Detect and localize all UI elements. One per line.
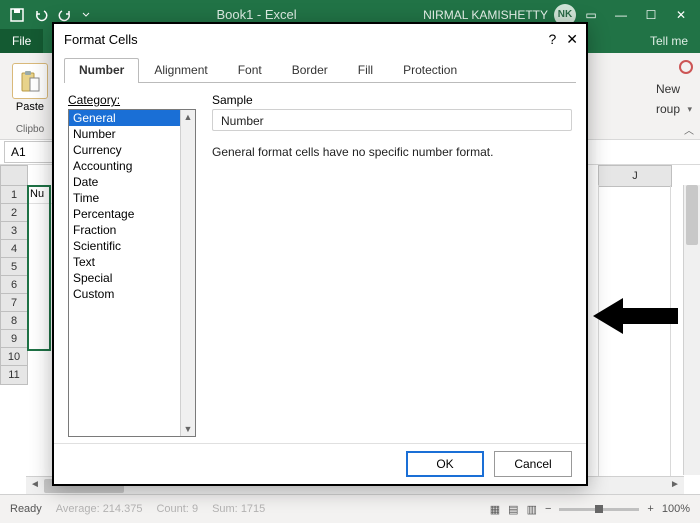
annotation-arrow-icon: [593, 296, 678, 336]
tab-tellme[interactable]: Tell me: [638, 29, 700, 53]
redo-icon[interactable]: [58, 8, 72, 22]
status-average-label: Average:: [56, 503, 100, 515]
category-general[interactable]: General: [69, 110, 195, 126]
row-header-9[interactable]: 9: [0, 329, 28, 349]
status-count-label: Count:: [156, 503, 188, 515]
vertical-scrollbar[interactable]: [683, 185, 700, 475]
status-average-value: 214.375: [103, 503, 143, 515]
dlg-tab-border[interactable]: Border: [277, 58, 343, 83]
dlg-tab-protection[interactable]: Protection: [388, 58, 472, 83]
row-header-1[interactable]: 1: [0, 185, 28, 205]
category-time[interactable]: Time: [69, 190, 195, 206]
category-fraction[interactable]: Fraction: [69, 222, 195, 238]
status-ready: Ready: [10, 503, 42, 515]
col-header-j[interactable]: J: [598, 165, 672, 187]
dialog-close-icon[interactable]: ✕: [566, 31, 578, 48]
dialog-help-icon[interactable]: ?: [548, 31, 556, 48]
zoom-out-icon[interactable]: −: [545, 503, 551, 515]
zoom-slider[interactable]: [559, 508, 639, 511]
new-group-button[interactable]: New: [604, 80, 694, 98]
quick-access-toolbar: [4, 8, 90, 22]
scroll-down-icon[interactable]: ▼: [181, 422, 195, 436]
category-scrollbar[interactable]: ▲ ▼: [180, 110, 195, 436]
category-list[interactable]: General Number Currency Accounting Date …: [68, 109, 196, 437]
dlg-tab-number[interactable]: Number: [64, 58, 139, 83]
select-all-corner[interactable]: [0, 165, 28, 187]
save-icon[interactable]: [10, 8, 24, 22]
category-number[interactable]: Number: [69, 126, 195, 142]
undo-icon[interactable]: [34, 8, 48, 22]
dialog-titlebar[interactable]: Format Cells ? ✕: [54, 24, 586, 54]
dlg-tab-alignment[interactable]: Alignment: [139, 58, 222, 83]
dlg-tab-fill[interactable]: Fill: [343, 58, 388, 83]
zoom-in-icon[interactable]: +: [647, 503, 653, 515]
category-scientific[interactable]: Scientific: [69, 238, 195, 254]
statusbar: Ready Average: 214.375 Count: 9 Sum: 171…: [0, 494, 700, 523]
category-date[interactable]: Date: [69, 174, 195, 190]
clipboard-group: Paste Clipbo: [4, 57, 56, 135]
user-name: NIRMAL KAMISHETTY: [423, 8, 548, 22]
paste-label[interactable]: Paste: [16, 101, 44, 113]
row-header-10[interactable]: 10: [0, 347, 28, 367]
view-normal-icon[interactable]: ▦: [490, 503, 500, 516]
group-dd-label: roup: [656, 100, 680, 118]
category-custom[interactable]: Custom: [69, 286, 195, 302]
h-scroll-left-icon[interactable]: ◄: [28, 478, 42, 492]
row-header-11[interactable]: 11: [0, 365, 28, 385]
view-page-layout-icon[interactable]: ▤: [508, 503, 518, 516]
cancel-button[interactable]: Cancel: [494, 451, 572, 477]
dialog-footer: OK Cancel: [54, 443, 586, 484]
status-sum-value: 1715: [241, 503, 265, 515]
editing-group: New roup: [604, 59, 694, 133]
row-header-3[interactable]: 3: [0, 221, 28, 241]
category-accounting[interactable]: Accounting: [69, 158, 195, 174]
status-sum-label: Sum:: [212, 503, 238, 515]
group-dropdown[interactable]: roup: [604, 100, 694, 118]
dialog-tabs: Number Alignment Font Border Fill Protec…: [64, 58, 576, 83]
qa-dropdown-icon[interactable]: [82, 8, 90, 22]
row-header-8[interactable]: 8: [0, 311, 28, 331]
conditional-formatting-icon[interactable]: [678, 59, 694, 75]
dialog-title: Format Cells: [64, 32, 138, 47]
h-scroll-right-icon[interactable]: ►: [668, 478, 682, 492]
app-background: Book1 - Excel NIRMAL KAMISHETTY NK ▭ — ☐…: [0, 0, 700, 523]
dlg-tab-font[interactable]: Font: [223, 58, 277, 83]
scroll-up-icon[interactable]: ▲: [181, 110, 195, 124]
dialog-body: Category: General Number Currency Accoun…: [54, 83, 586, 443]
maximize-icon[interactable]: ☐: [636, 0, 666, 29]
zoom-value[interactable]: 100%: [662, 503, 690, 515]
selection-border: [27, 185, 51, 351]
row-header-7[interactable]: 7: [0, 293, 28, 313]
category-currency[interactable]: Currency: [69, 142, 195, 158]
v-scroll-thumb[interactable]: [686, 185, 698, 245]
tab-file[interactable]: File: [0, 29, 43, 53]
row-header-5[interactable]: 5: [0, 257, 28, 277]
view-page-break-icon[interactable]: ▥: [527, 503, 537, 516]
format-description: General format cells have no specific nu…: [212, 145, 572, 159]
status-count-value: 9: [192, 503, 198, 515]
paste-icon[interactable]: [12, 63, 48, 99]
zoom-knob[interactable]: [595, 505, 603, 513]
minimize-icon[interactable]: —: [606, 0, 636, 29]
app-title: Book1 - Excel: [90, 7, 423, 22]
row-header-4[interactable]: 4: [0, 239, 28, 259]
category-label: Category:: [68, 93, 196, 107]
row-header-2[interactable]: 2: [0, 203, 28, 223]
row-header-6[interactable]: 6: [0, 275, 28, 295]
category-text[interactable]: Text: [69, 254, 195, 270]
category-percentage[interactable]: Percentage: [69, 206, 195, 222]
new-label: New: [656, 80, 680, 98]
category-special[interactable]: Special: [69, 270, 195, 286]
format-cells-dialog: Format Cells ? ✕ Number Alignment Font B…: [52, 22, 588, 486]
ok-button[interactable]: OK: [406, 451, 484, 477]
clipboard-group-label: Clipbo: [0, 124, 60, 135]
sample-label: Sample: [212, 93, 572, 107]
collapse-ribbon-icon[interactable]: ︿: [684, 122, 694, 137]
app-close-icon[interactable]: ✕: [666, 0, 696, 29]
sample-value: Number: [212, 109, 572, 131]
